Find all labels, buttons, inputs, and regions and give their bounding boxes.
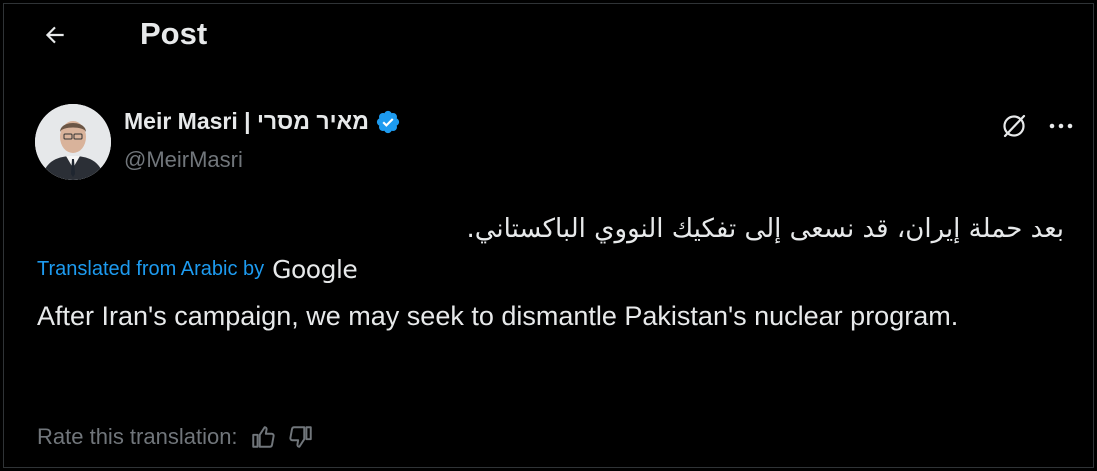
original-post-text: بعد حملة إيران، قد نسعى إلى تفكيك النووي… [466,214,1064,244]
arrow-left-icon [45,26,64,44]
thumbs-up-icon[interactable] [250,424,276,450]
grok-icon[interactable] [999,111,1029,141]
translated-post-text: After Iran's campaign, we may seek to di… [37,301,959,331]
avatar[interactable] [35,104,111,180]
author-handle[interactable]: @MeirMasri [124,147,243,173]
more-horizontal-icon[interactable] [1044,111,1078,141]
post-container: Post Meir Masri | מאיר מסרי @MeirMasri ب… [3,3,1094,468]
author-info[interactable]: Meir Masri | מאיר מסרי [124,108,401,135]
verified-badge-icon[interactable] [375,109,401,135]
rate-translation: Rate this translation: [37,424,314,450]
translation-attribution: Translated from Arabic by Google [37,255,358,284]
rate-translation-label: Rate this translation: [37,424,238,449]
author-name[interactable]: Meir Masri | מאיר מסרי [124,108,369,135]
translated-from-label[interactable]: Translated from Arabic by [37,258,264,281]
thumbs-down-icon[interactable] [288,424,314,450]
google-logo: Google [272,255,358,284]
avatar-image [35,104,111,180]
back-button[interactable] [38,18,72,52]
page-header: Post [4,4,1093,68]
page-title: Post [140,16,208,51]
